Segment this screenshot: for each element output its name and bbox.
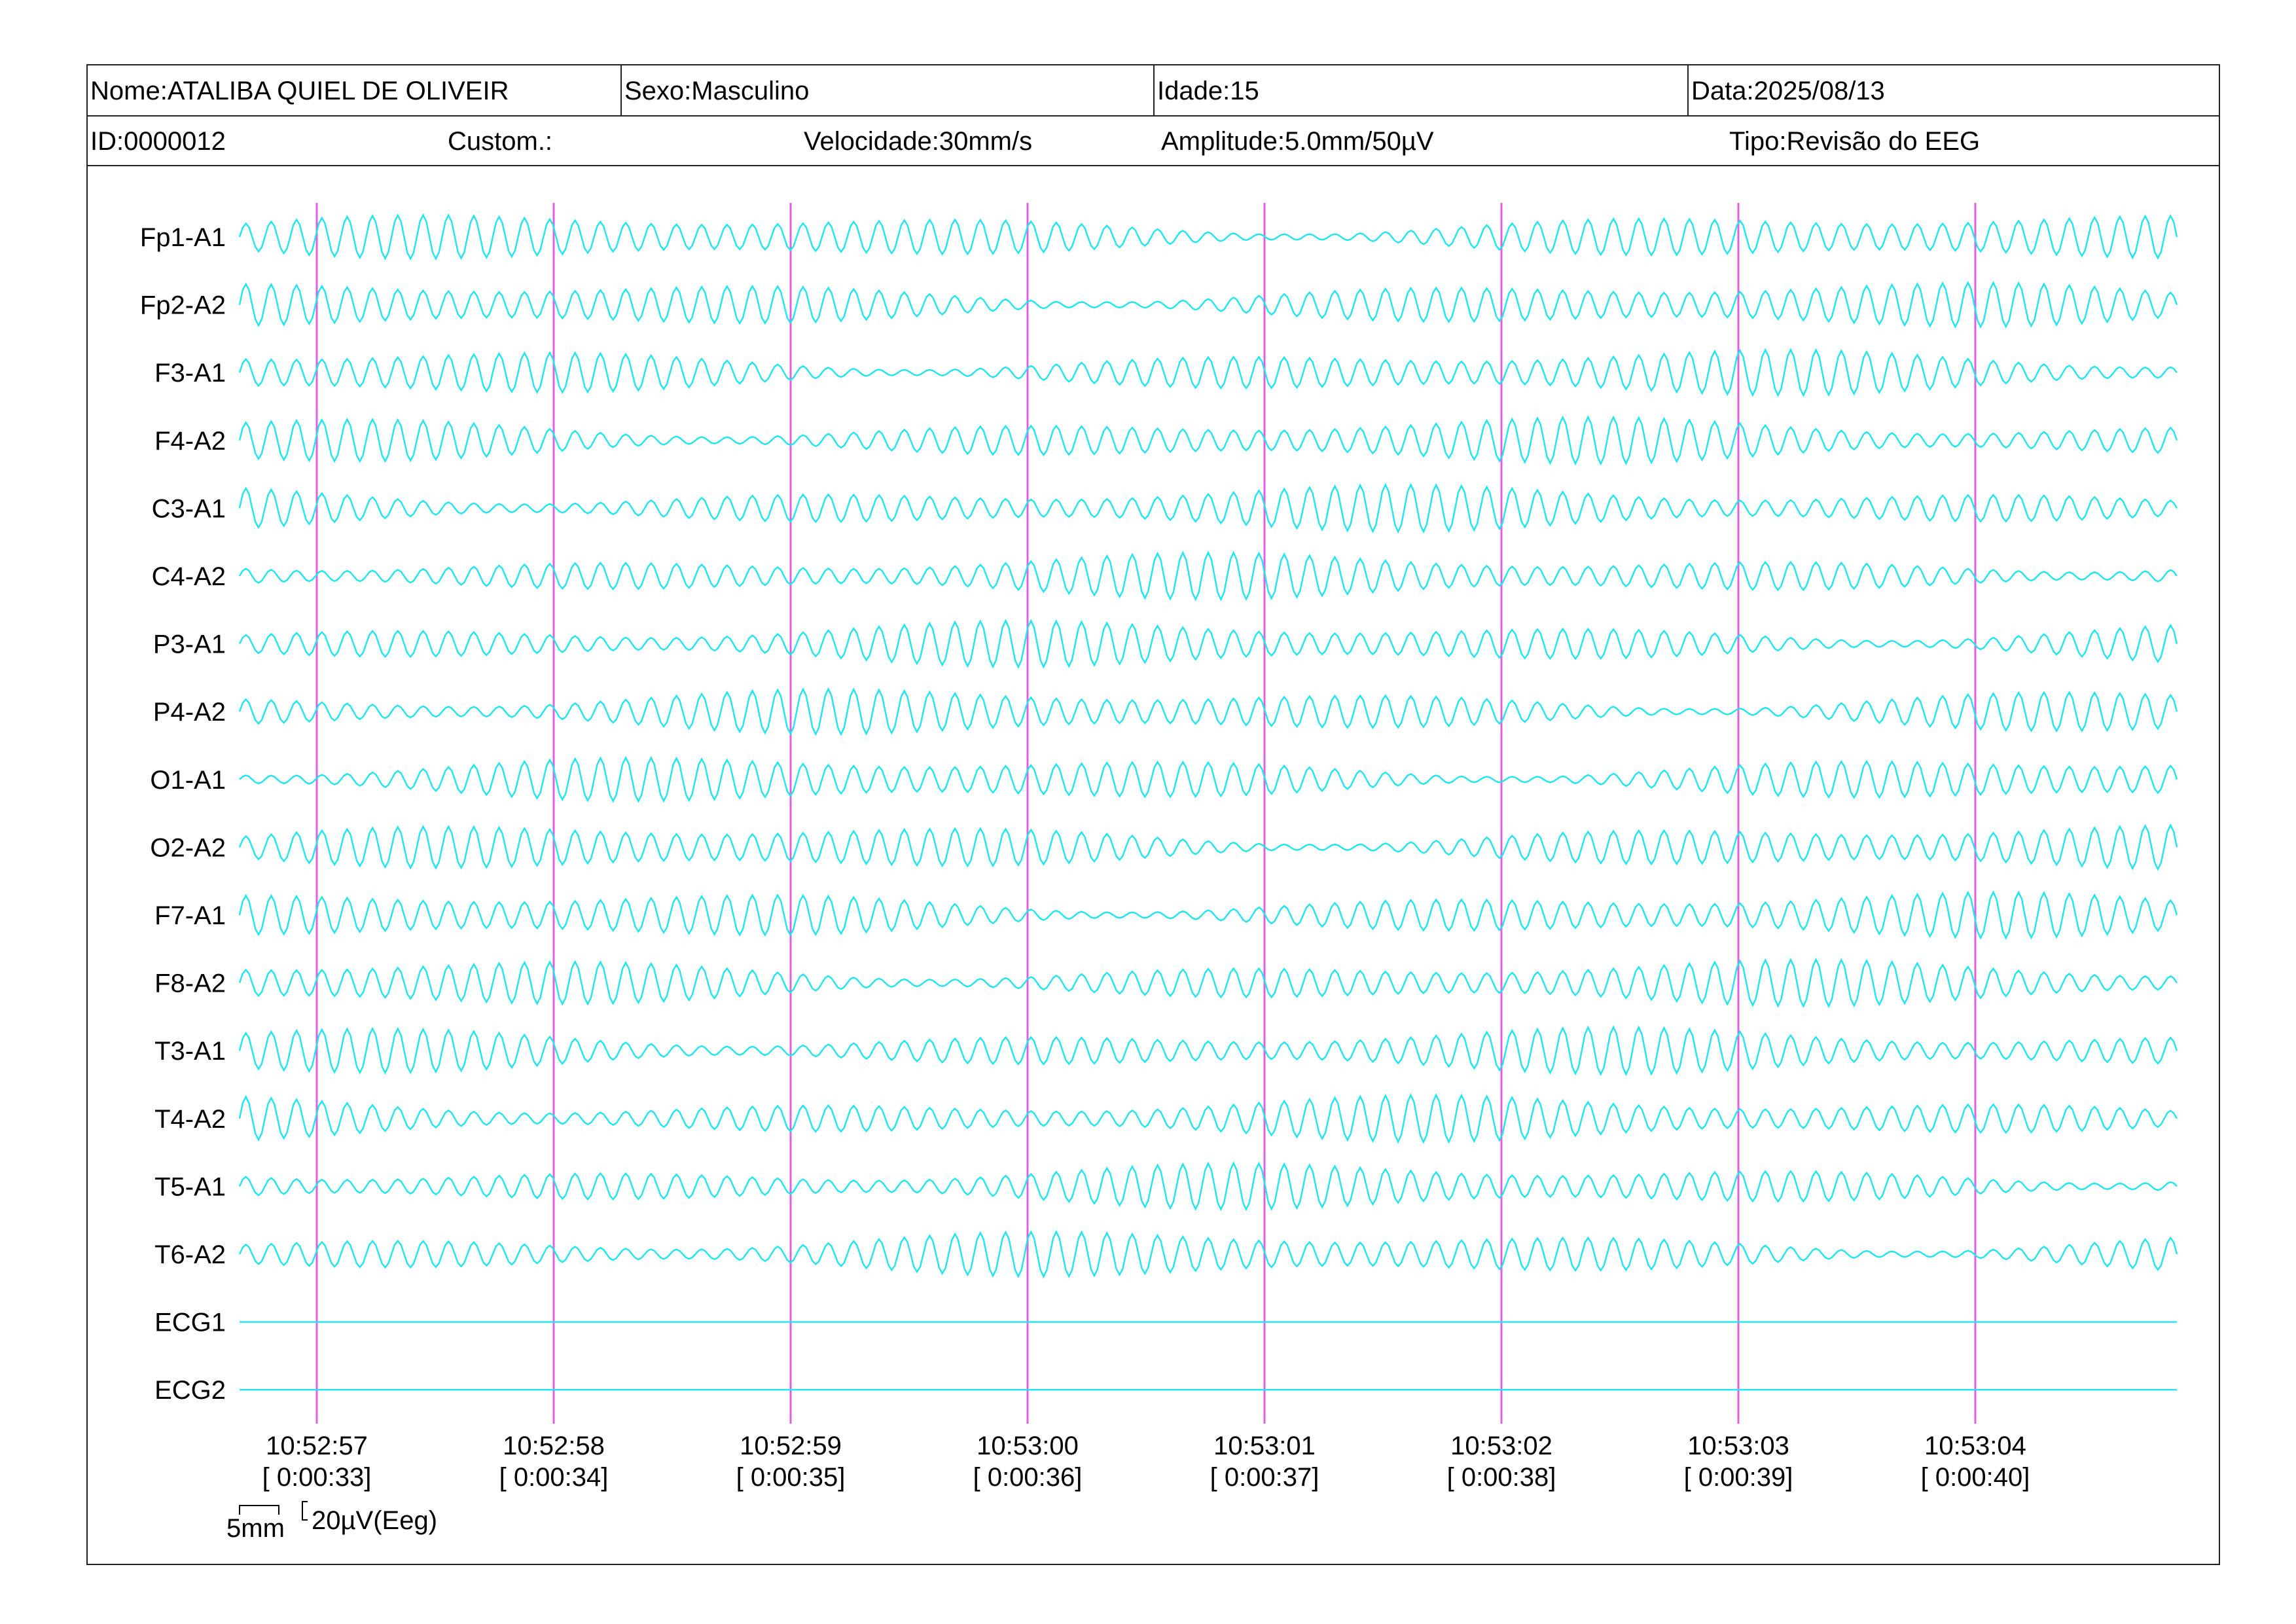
amplitude-scale-bracket <box>302 1501 308 1521</box>
marker-clock-label: 10:52:58 <box>503 1432 605 1460</box>
marker-clock-label: 10:53:01 <box>1213 1432 1316 1460</box>
channel-label: T3-A1 <box>154 1037 226 1066</box>
marker-clock-label: 10:52:59 <box>740 1432 842 1460</box>
channel-label: C3-A1 <box>152 494 226 523</box>
marker-elapsed-label: [ 0:00:34] <box>499 1463 609 1492</box>
marker-clock-label: 10:53:03 <box>1687 1432 1789 1460</box>
channel-label: O2-A2 <box>150 833 226 862</box>
channel-label: C4-A2 <box>152 562 226 591</box>
marker-elapsed-label: [ 0:00:40] <box>1921 1463 2030 1492</box>
channel-label: T6-A2 <box>154 1240 226 1269</box>
channel-label: F4-A2 <box>154 427 226 456</box>
marker-clock-label: 10:53:02 <box>1450 1432 1552 1460</box>
channel-trace <box>238 1093 2178 1144</box>
channel-label: P3-A1 <box>153 630 226 659</box>
channel-label: Fp2-A2 <box>140 291 226 320</box>
channel-trace <box>238 958 2178 1009</box>
amplitude-scale-label: 20µV(Eeg) <box>312 1506 437 1535</box>
channel-trace <box>238 348 2178 397</box>
marker-clock-label: 10:53:04 <box>1924 1432 2026 1460</box>
time-scale-bracket <box>239 1505 279 1515</box>
marker-clock-label: 10:53:00 <box>977 1432 1079 1460</box>
channel-trace <box>238 281 2178 329</box>
channel-label: Fp1-A1 <box>140 223 226 252</box>
channel-trace <box>238 890 2178 940</box>
channel-label: T5-A1 <box>154 1172 226 1201</box>
channel-trace <box>238 550 2178 602</box>
channel-trace <box>238 415 2178 466</box>
marker-elapsed-label: [ 0:00:36] <box>973 1463 1083 1492</box>
channel-trace <box>238 1229 2178 1279</box>
channel-label: ECG2 <box>154 1376 226 1405</box>
channel-trace <box>238 687 2178 736</box>
channel-trace <box>238 1025 2178 1076</box>
channel-trace <box>238 213 2178 261</box>
marker-clock-label: 10:52:57 <box>266 1432 368 1460</box>
channel-label: F3-A1 <box>154 359 226 388</box>
time-scale-label: 5mm <box>226 1514 285 1543</box>
marker-elapsed-label: [ 0:00:39] <box>1684 1463 1793 1492</box>
channel-label: O1-A1 <box>150 766 226 795</box>
channel-label: F8-A2 <box>154 969 226 998</box>
eeg-trace-chart: Fp1-A1 Fp2-A2 F3-A1 F4-A2 C3-A1 C4-A2 P3-A1 P4-… <box>140 203 2178 1543</box>
channel-trace <box>238 1161 2178 1212</box>
channel-trace <box>238 619 2178 669</box>
channel-trace <box>239 755 2178 803</box>
channel-label: F7-A1 <box>154 901 226 930</box>
marker-elapsed-label: [ 0:00:33] <box>262 1463 372 1492</box>
channel-label: ECG1 <box>154 1308 226 1337</box>
channel-label: T4-A2 <box>154 1105 226 1134</box>
marker-elapsed-label: [ 0:00:35] <box>736 1463 846 1492</box>
channel-trace <box>238 482 2178 534</box>
channel-label: P4-A2 <box>153 698 226 727</box>
marker-elapsed-label: [ 0:00:37] <box>1210 1463 1319 1492</box>
channel-trace <box>238 823 2178 871</box>
marker-elapsed-label: [ 0:00:38] <box>1447 1463 1556 1492</box>
